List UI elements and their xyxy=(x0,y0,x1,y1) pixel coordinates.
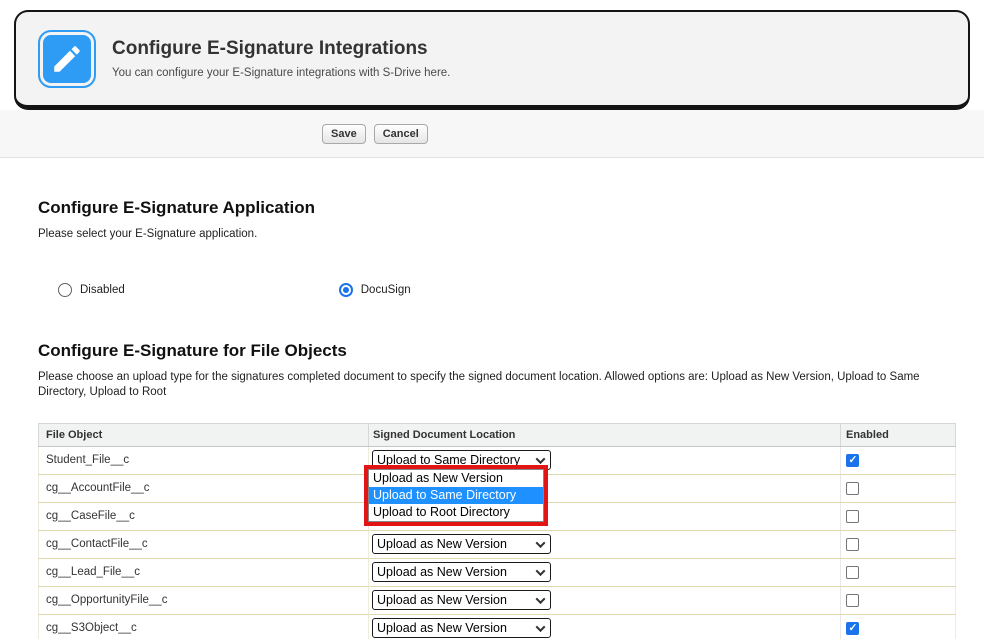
column-header-file-object: File Object xyxy=(39,423,369,446)
enabled-checkbox[interactable] xyxy=(846,454,859,467)
table-row: cg__OpportunityFile__c Upload as New Ver… xyxy=(39,586,956,614)
file-object-name: cg__OpportunityFile__c xyxy=(39,586,369,614)
radio-option-disabled[interactable]: Disabled xyxy=(58,283,125,297)
esignature-app-radio-group: Disabled DocuSign xyxy=(38,283,984,297)
save-button[interactable]: Save xyxy=(322,124,366,144)
chevron-down-icon xyxy=(536,622,546,632)
enabled-checkbox[interactable] xyxy=(846,538,859,551)
dropdown-option[interactable]: Upload to Same Directory xyxy=(369,487,543,504)
column-header-signed-document-location: Signed Document Location xyxy=(369,423,841,446)
location-select[interactable]: Upload as New Version xyxy=(372,562,551,582)
annotation-highlight-box: Upload as New Version Upload to Same Dir… xyxy=(364,465,548,526)
table-row: cg__S3Object__c Upload as New Version xyxy=(39,614,956,639)
dropdown-option[interactable]: Upload as New Version xyxy=(369,470,543,487)
location-dropdown-menu: Upload as New Version Upload to Same Dir… xyxy=(368,469,544,522)
file-object-name: cg__AccountFile__c xyxy=(39,474,369,502)
location-select-value: Upload as New Version xyxy=(377,593,507,607)
radio-option-docusign[interactable]: DocuSign xyxy=(339,283,411,297)
table-row: cg__ContactFile__c Upload as New Version xyxy=(39,530,956,558)
radio-label-docusign: DocuSign xyxy=(361,284,411,296)
chevron-down-icon xyxy=(536,538,546,548)
main-content: Configure E-Signature Application Please… xyxy=(0,198,984,639)
table-row: cg__Lead_File__c Upload as New Version xyxy=(39,558,956,586)
location-select-value: Upload as New Version xyxy=(377,537,507,551)
radio-dot xyxy=(343,287,349,293)
location-select-value: Upload as New Version xyxy=(377,565,507,579)
edit-pencil-icon-background xyxy=(43,35,91,83)
chevron-down-icon xyxy=(536,454,546,464)
file-section-heading: Configure E-Signature for File Objects xyxy=(38,341,984,361)
file-objects-table: File Object Signed Document Location Ena… xyxy=(38,423,955,639)
file-object-name: cg__ContactFile__c xyxy=(39,530,369,558)
page-title: Configure E-Signature Integrations xyxy=(112,38,450,60)
chevron-down-icon xyxy=(536,566,546,576)
edit-pencil-icon xyxy=(38,30,96,88)
enabled-checkbox[interactable] xyxy=(846,594,859,607)
cancel-button[interactable]: Cancel xyxy=(374,124,428,144)
column-header-enabled: Enabled xyxy=(841,423,956,446)
enabled-checkbox[interactable] xyxy=(846,622,859,635)
page-subtitle: You can configure your E-Signature integ… xyxy=(112,67,450,79)
radio-label-disabled: Disabled xyxy=(80,284,125,296)
location-select-value: Upload as New Version xyxy=(377,621,507,635)
chevron-down-icon xyxy=(536,594,546,604)
location-select[interactable]: Upload as New Version xyxy=(372,534,551,554)
radio-button-disabled[interactable] xyxy=(58,283,72,297)
file-object-name: cg__Lead_File__c xyxy=(39,558,369,586)
pencil-glyph xyxy=(50,42,84,76)
app-section-description: Please select your E-Signature applicati… xyxy=(38,227,984,243)
enabled-checkbox[interactable] xyxy=(846,510,859,523)
toolbar: Save Cancel xyxy=(0,110,984,158)
file-object-name: Student_File__c xyxy=(39,446,369,474)
enabled-checkbox[interactable] xyxy=(846,482,859,495)
location-select[interactable]: Upload as New Version xyxy=(372,590,551,610)
file-object-name: cg__S3Object__c xyxy=(39,614,369,639)
dropdown-option[interactable]: Upload to Root Directory xyxy=(369,504,543,521)
radio-button-docusign[interactable] xyxy=(339,283,353,297)
location-select[interactable]: Upload as New Version xyxy=(372,618,551,638)
file-section-description: Please choose an upload type for the sig… xyxy=(38,370,943,401)
table-header-row: File Object Signed Document Location Ena… xyxy=(39,423,956,446)
file-object-name: cg__CaseFile__c xyxy=(39,502,369,530)
app-section-heading: Configure E-Signature Application xyxy=(38,198,984,218)
page-header: Configure E-Signature Integrations You c… xyxy=(14,10,970,110)
enabled-checkbox[interactable] xyxy=(846,566,859,579)
